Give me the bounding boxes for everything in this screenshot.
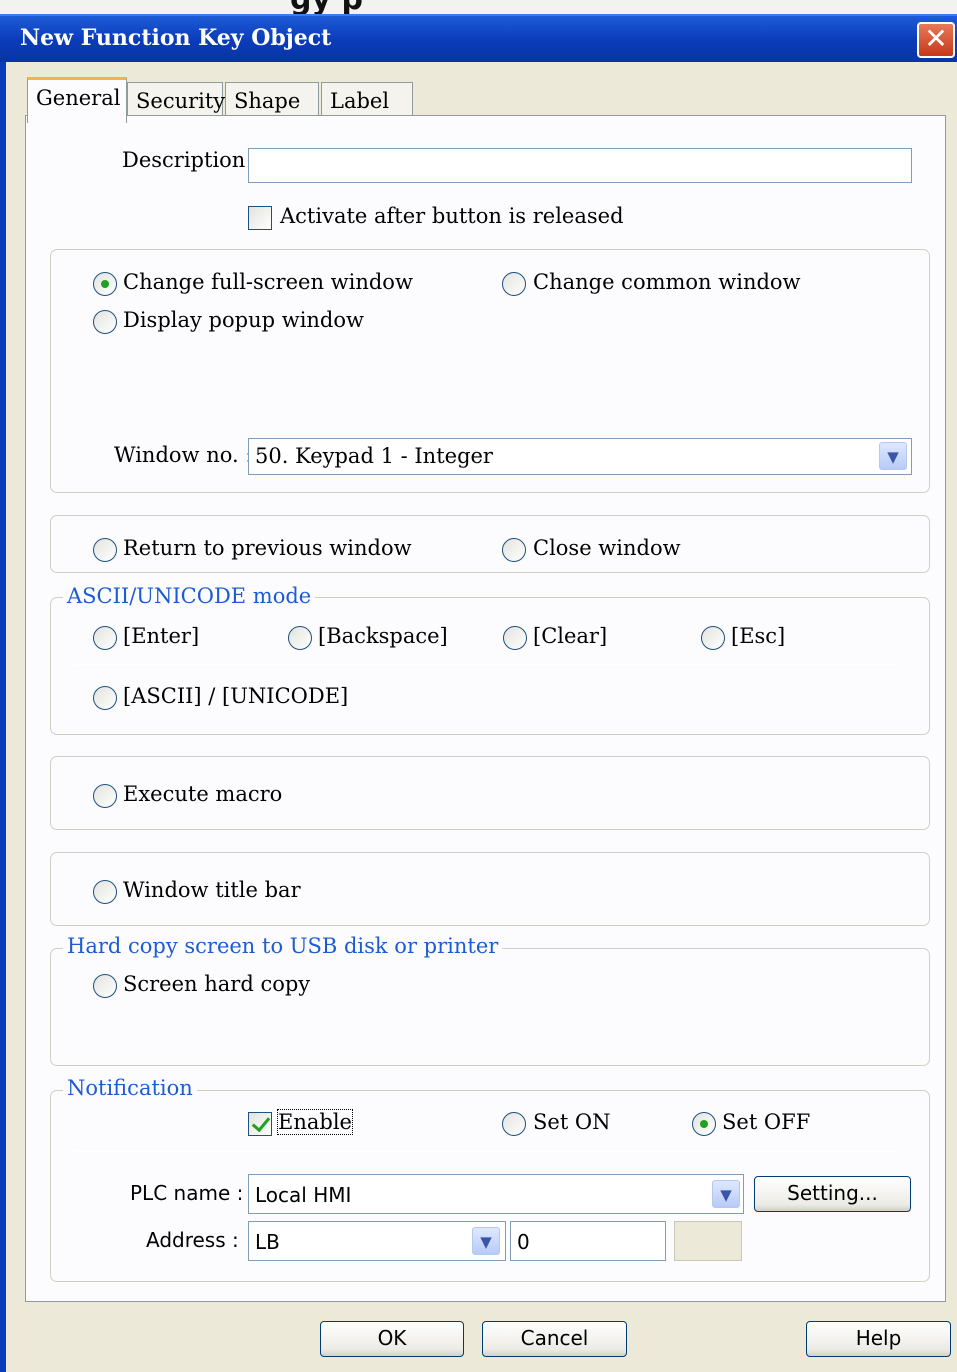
set-on-label: Set ON [533,1110,611,1134]
return-previous-radio[interactable] [93,538,117,562]
tab-general-label: General [36,86,121,110]
set-off-radio[interactable] [692,1112,716,1136]
ascii-unicode-group [50,597,930,735]
window-no-label: Window no. : [114,443,253,467]
esc-label: [Esc] [731,624,786,648]
esc-radio[interactable] [701,626,725,650]
address-device-chevron-down-icon[interactable]: ▼ [472,1227,500,1255]
change-common-label: Change common window [533,270,801,294]
window-no-select[interactable]: 50. Keypad 1 - Integer [248,438,912,475]
plc-name-select[interactable]: Local HMI [248,1174,744,1214]
return-previous-label: Return to previous window [123,536,412,560]
tab-general[interactable]: General [27,77,127,123]
general-panel: Description : Activate after button is r… [25,115,946,1302]
window-title-bar-radio[interactable] [93,880,117,904]
description-label: Description : [122,148,260,172]
close-window-radio[interactable] [502,538,526,562]
address-label: Address : [146,1228,239,1252]
tab-label-label: Label [330,89,390,113]
display-popup-radio[interactable] [93,310,117,334]
setting-button[interactable]: Setting... [754,1176,911,1212]
address-device-select[interactable]: LB [248,1221,506,1261]
ascii-unicode-radio[interactable] [93,686,117,710]
execute-macro-radio[interactable] [93,784,117,808]
activate-after-release-label: Activate after button is released [280,204,624,228]
notification-divider [74,1151,900,1152]
address-device-value: LB [255,1230,280,1254]
clear-radio[interactable] [503,626,527,650]
chevron-down-icon[interactable]: ▼ [879,442,907,470]
help-button[interactable]: Help [806,1321,951,1357]
change-fullscreen-radio[interactable] [93,272,117,296]
set-off-label: Set OFF [722,1110,811,1134]
hard-copy-group [50,948,930,1066]
tab-security-label: Security [136,89,226,113]
window-title: New Function Key Object [20,25,332,51]
plc-name-value: Local HMI [255,1183,352,1207]
screen-hard-copy-radio[interactable] [93,974,117,998]
plc-name-label: PLC name : [130,1181,244,1205]
change-fullscreen-label: Change full-screen window [123,270,413,294]
activate-after-release-checkbox[interactable] [248,206,272,230]
top-strip: gy p [0,0,957,17]
enter-radio[interactable] [93,626,117,650]
cancel-button[interactable]: Cancel [482,1321,627,1357]
execute-macro-label: Execute macro [123,782,283,806]
address-input[interactable]: 0 [510,1221,666,1261]
tab-shape-label: Shape [234,89,301,113]
enter-label: [Enter] [123,624,200,648]
display-popup-label: Display popup window [123,308,364,332]
plc-name-chevron-down-icon[interactable]: ▼ [712,1180,740,1208]
notification-legend: Notification [63,1076,197,1100]
ascii-unicode-legend: ASCII/UNICODE mode [63,584,316,608]
change-common-radio[interactable] [502,272,526,296]
set-on-radio[interactable] [502,1112,526,1136]
ascii-unicode-label: [ASCII] / [UNICODE] [123,684,349,708]
description-input[interactable] [248,148,912,183]
address-readonly-field [674,1221,742,1261]
window-title-bar-label: Window title bar [123,878,301,902]
close-icon[interactable]: ✕ [917,22,955,58]
clear-label: [Clear] [533,624,608,648]
window-no-value: 50. Keypad 1 - Integer [255,444,493,468]
enable-checkbox[interactable] [248,1112,272,1136]
backspace-radio[interactable] [288,626,312,650]
ascii-divider [74,664,898,665]
backspace-label: [Backspace] [318,624,448,648]
hard-copy-legend: Hard copy screen to USB disk or printer [63,934,503,958]
enable-label: Enable [277,1109,353,1135]
window-border [0,62,6,1372]
screen-hard-copy-label: Screen hard copy [123,972,311,996]
title-bar: New Function Key Object ✕ [0,14,957,62]
ok-button[interactable]: OK [320,1321,464,1357]
close-window-label: Close window [533,536,681,560]
